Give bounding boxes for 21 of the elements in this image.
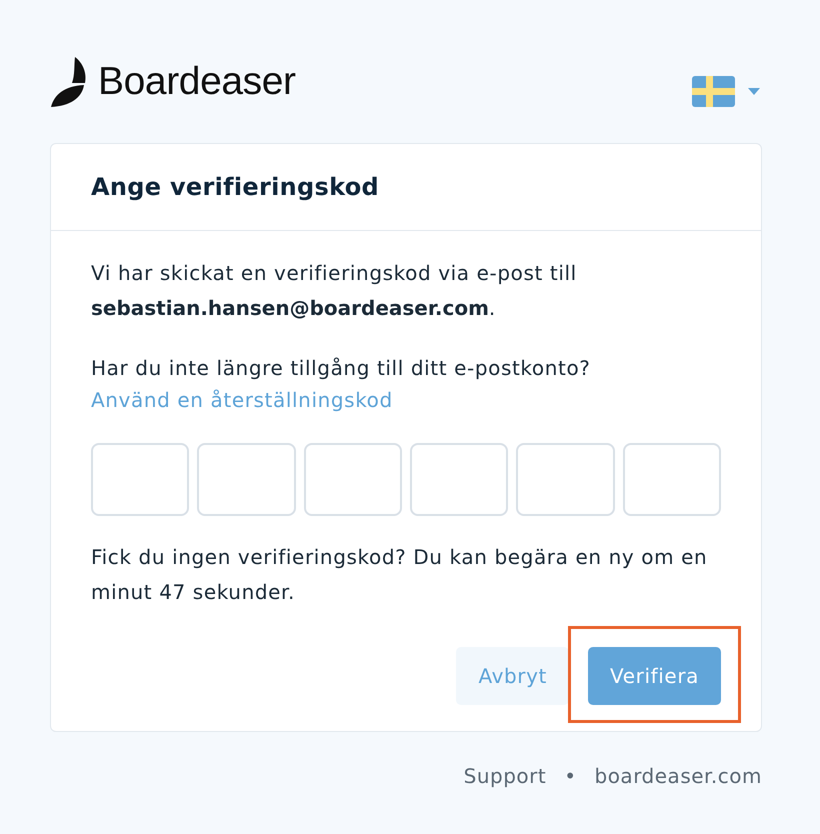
recovery-code-link[interactable]: Använd en återställningskod: [91, 384, 393, 416]
code-input-field[interactable]: [622, 443, 721, 516]
code-input-field[interactable]: [197, 443, 296, 516]
footer-link[interactable]: Support: [464, 764, 546, 788]
language-selector[interactable]: [692, 76, 760, 106]
footer-link[interactable]: boardeaser.com: [594, 764, 762, 788]
code-input-field[interactable]: [410, 443, 508, 516]
logo-text: Boardeaser: [98, 60, 296, 104]
code-input-field[interactable]: [304, 443, 402, 516]
resend-notice-text: Fick du ingen verifieringskod? Du kan begära en ny om en minut 47 sekunder.: [91, 544, 708, 606]
code-input-field[interactable]: [91, 443, 190, 516]
swedish-flag-icon: [692, 76, 735, 106]
verify-button[interactable]: Verifiera: [588, 647, 721, 705]
message-text: Vi har skickat en verifieringskod via e-post till sebastian.hansen@boardeaser.com.: [91, 260, 578, 322]
logo-mark-icon: [50, 56, 88, 108]
cancel-button[interactable]: Avbryt: [456, 647, 569, 705]
card-title: Ange verifieringskod: [91, 173, 379, 201]
question-text: Har du inte längre tillgång till ditt e-postkonto?: [91, 355, 592, 382]
code-input-field[interactable]: [516, 443, 615, 516]
separator-dot: •: [564, 764, 576, 788]
caret-icon: [748, 88, 760, 94]
